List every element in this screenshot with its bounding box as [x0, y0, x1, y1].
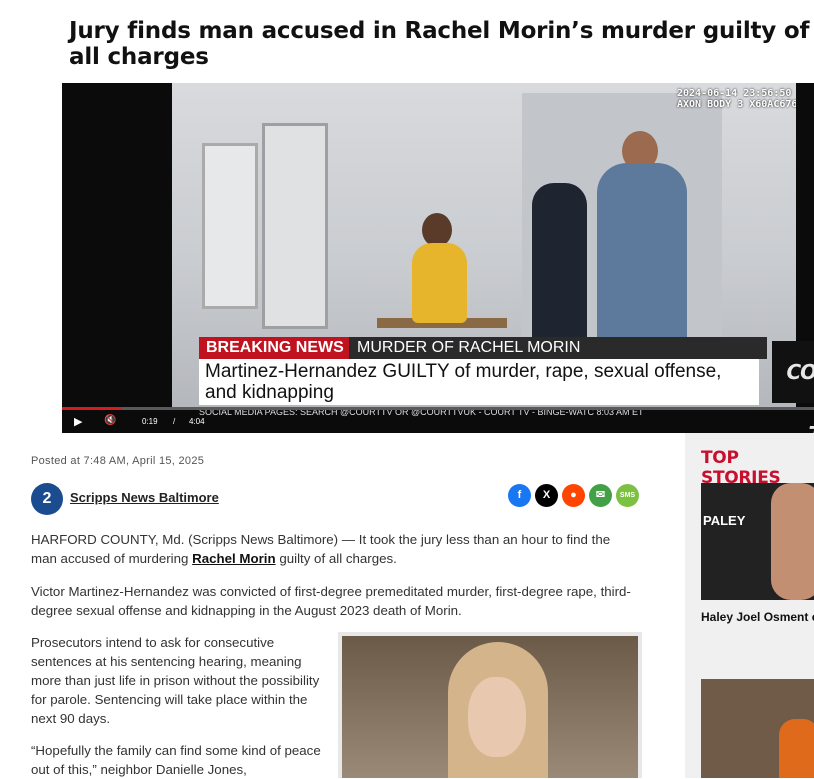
play-icon[interactable]: ▶: [74, 415, 82, 428]
current-time: 0:19: [142, 417, 158, 426]
author-link[interactable]: Scripps News Baltimore: [70, 490, 219, 505]
story-topic: MURDER OF RACHEL MORIN: [349, 337, 767, 359]
top-stories-heading: TOP STORIES: [701, 448, 781, 488]
article-paragraph: Prosecutors intend to ask for consecutiv…: [31, 635, 320, 726]
lower-third-caption: Martinez-Hernandez GUILTY of murder, rap…: [199, 359, 759, 405]
share-bar: f X ● ✉ SMS: [508, 484, 639, 507]
reddit-icon[interactable]: ●: [562, 484, 585, 507]
video-controls: ▶ 🔇 0:19 / 4:04: [62, 411, 814, 433]
scene-door: [202, 143, 258, 309]
time-separator: /: [173, 417, 176, 426]
story-thumbnail[interactable]: PALEY: [701, 483, 814, 600]
x-icon[interactable]: X: [535, 484, 558, 507]
article-paragraph: Victor Martinez-Hernandez was convicted …: [31, 584, 631, 618]
muted-speaker-icon[interactable]: 🔇: [104, 415, 116, 426]
email-icon[interactable]: ✉: [589, 484, 612, 507]
scene-person: [412, 243, 467, 323]
photo-subject-face: [468, 677, 526, 757]
scene-person: [422, 213, 452, 247]
article-paragraph: HARFORD COUNTY, Md. (Scripps News Baltim…: [31, 530, 631, 568]
paley-logo: PALEY: [703, 513, 746, 528]
rachel-morin-link[interactable]: Rachel Morin: [192, 551, 276, 566]
video-progress-fill: [62, 407, 123, 410]
story-link[interactable]: Haley Joel Osment cocaine possession pub…: [701, 609, 814, 625]
paragraph-text: guilty of all charges.: [275, 551, 397, 566]
video-progress-bar[interactable]: [62, 407, 814, 410]
author-logo[interactable]: 2: [31, 483, 63, 515]
video-player[interactable]: 2024-06-14 23:56:50 -0500 AXON BODY 3 X6…: [62, 83, 814, 433]
thumbnail-subject: [771, 483, 814, 600]
thumbnail-subject: [779, 719, 814, 778]
article-headline: Jury finds man accused in Rachel Morin’s…: [69, 18, 810, 70]
network-logo: COURT TV: [772, 341, 814, 433]
article-paragraph: “Hopefully the family can find some kind…: [31, 743, 321, 777]
bodycam-timestamp: 2024-06-14 23:56:50 -0500 AXON BODY 3 X6…: [677, 88, 796, 110]
video-duration: 4:04: [189, 417, 205, 426]
story-thumbnail[interactable]: [701, 679, 814, 778]
article-photo[interactable]: [338, 632, 642, 778]
breaking-news-label: BREAKING NEWS: [199, 337, 351, 359]
posted-date: Posted at 7:48 AM, April 15, 2025: [31, 455, 205, 467]
sms-icon[interactable]: SMS: [616, 484, 639, 507]
scene-door: [262, 123, 328, 329]
facebook-icon[interactable]: f: [508, 484, 531, 507]
